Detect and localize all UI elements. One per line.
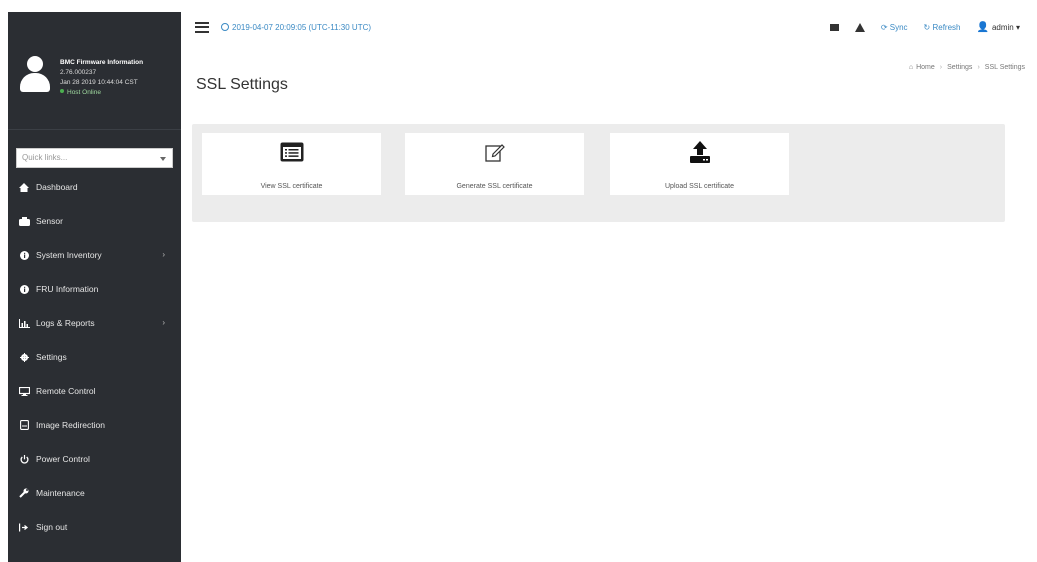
sidebar: BMC Firmware Information 2.76.000237 Jan… bbox=[8, 12, 181, 562]
sidebar-item-label: Maintenance bbox=[36, 488, 85, 498]
alert-button[interactable] bbox=[854, 22, 865, 32]
sidebar-item-power-control[interactable]: Power Control bbox=[8, 442, 181, 476]
sidebar-item-label: Power Control bbox=[36, 454, 90, 464]
sidebar-item-dashboard[interactable]: Dashboard bbox=[8, 170, 181, 204]
breadcrumb: ⌂ Home › Settings › SSL Settings bbox=[909, 64, 1025, 71]
disc-icon bbox=[17, 420, 31, 430]
info-icon bbox=[17, 284, 31, 294]
power-icon bbox=[17, 454, 31, 464]
chevron-down-icon bbox=[160, 157, 166, 161]
refresh-label: Refresh bbox=[932, 22, 961, 32]
sidebar-menu: Dashboard Sensor System Inventory › FRU … bbox=[8, 170, 181, 544]
host-status: Host Online bbox=[60, 88, 143, 98]
firmware-info: BMC Firmware Information 2.76.000237 Jan… bbox=[60, 58, 143, 98]
sidebar-item-maintenance[interactable]: Maintenance bbox=[8, 476, 181, 510]
sync-icon: ⟳ bbox=[880, 22, 888, 32]
sidebar-item-label: Image Redirection bbox=[36, 420, 105, 430]
refresh-icon: ↻ bbox=[923, 22, 931, 32]
sidebar-item-image-redirection[interactable]: Image Redirection bbox=[8, 408, 181, 442]
firmware-version: 2.76.000237 bbox=[60, 69, 97, 76]
user-icon: 👤 bbox=[976, 21, 989, 33]
sync-label: Sync bbox=[889, 22, 908, 32]
edit-icon bbox=[405, 141, 584, 163]
sensor-icon bbox=[17, 216, 31, 226]
sync-button[interactable]: ⟳ Sync bbox=[881, 23, 908, 32]
monitor-icon bbox=[17, 386, 31, 396]
gear-icon bbox=[17, 352, 31, 362]
host-status-label: Host Online bbox=[67, 89, 101, 96]
home-icon: ⌂ bbox=[908, 64, 914, 71]
chevron-right-icon: › bbox=[162, 250, 165, 259]
sidebar-item-label: Settings bbox=[36, 352, 67, 362]
quick-links-select[interactable]: Quick links... bbox=[16, 148, 173, 168]
breadcrumb-current: SSL Settings bbox=[984, 64, 1025, 71]
refresh-button[interactable]: ↻ Refresh bbox=[924, 23, 961, 32]
info-icon bbox=[17, 250, 31, 260]
sidebar-item-label: Dashboard bbox=[36, 182, 78, 192]
breadcrumb-separator-icon: › bbox=[939, 64, 943, 71]
sidebar-item-label: System Inventory bbox=[36, 250, 102, 260]
clock-icon bbox=[221, 23, 229, 31]
ssl-actions-panel: View SSL certificate Generate SSL certif… bbox=[192, 124, 1005, 222]
sidebar-item-sign-out[interactable]: Sign out bbox=[8, 510, 181, 544]
sidebar-item-label: Remote Control bbox=[36, 386, 96, 396]
sidebar-item-settings[interactable]: Settings bbox=[8, 340, 181, 374]
status-dot-icon bbox=[60, 89, 64, 93]
header-actions: ⟳ Sync ↻ Refresh 👤 admin ▾ bbox=[814, 12, 1020, 42]
page-title: SSL Settings bbox=[196, 76, 288, 93]
profile-panel: BMC Firmware Information 2.76.000237 Jan… bbox=[8, 12, 181, 130]
view-ssl-certificate-tile[interactable]: View SSL certificate bbox=[202, 133, 381, 195]
user-label: admin bbox=[991, 22, 1014, 32]
breadcrumb-settings-link[interactable]: Settings bbox=[947, 64, 972, 71]
chevron-down-icon: ▾ bbox=[1015, 22, 1020, 32]
generate-ssl-certificate-tile[interactable]: Generate SSL certificate bbox=[405, 133, 584, 195]
breadcrumb-home-link[interactable]: Home bbox=[916, 64, 935, 71]
sidebar-item-fru-information[interactable]: FRU Information bbox=[8, 272, 181, 306]
tile-label: Generate SSL certificate bbox=[456, 183, 533, 190]
sidebar-item-label: Sign out bbox=[36, 522, 68, 532]
upload-icon bbox=[610, 141, 789, 163]
upload-ssl-certificate-tile[interactable]: Upload SSL certificate bbox=[610, 133, 789, 195]
signout-icon bbox=[17, 522, 31, 532]
firmware-title: BMC Firmware Information bbox=[60, 59, 144, 66]
tile-label: Upload SSL certificate bbox=[665, 183, 734, 190]
sidebar-item-system-inventory[interactable]: System Inventory › bbox=[8, 238, 181, 272]
certificate-list-icon bbox=[202, 141, 381, 163]
top-header: 2019-04-07 20:09:05 (UTC-11:30 UTC) ⟳ Sy… bbox=[181, 12, 1030, 42]
sidebar-item-label: Logs & Reports bbox=[36, 318, 95, 328]
mail-icon bbox=[829, 23, 839, 31]
mail-button[interactable] bbox=[829, 23, 839, 31]
sidebar-item-sensor[interactable]: Sensor bbox=[8, 204, 181, 238]
quick-links-placeholder: Quick links... bbox=[22, 153, 68, 162]
wrench-icon bbox=[17, 488, 31, 498]
avatar-icon bbox=[20, 56, 50, 92]
user-menu-button[interactable]: 👤 admin ▾ bbox=[977, 22, 1021, 33]
chart-icon bbox=[17, 318, 31, 328]
chevron-right-icon: › bbox=[162, 318, 165, 327]
tile-label: View SSL certificate bbox=[260, 183, 323, 190]
current-datetime: 2019-04-07 20:09:05 (UTC-11:30 UTC) bbox=[221, 23, 371, 32]
sidebar-item-label: FRU Information bbox=[36, 284, 99, 294]
breadcrumb-separator-icon: › bbox=[977, 64, 980, 71]
menu-toggle-icon[interactable] bbox=[195, 21, 209, 33]
warning-icon bbox=[854, 22, 865, 32]
sidebar-item-label: Sensor bbox=[36, 216, 63, 226]
sidebar-item-logs-reports[interactable]: Logs & Reports › bbox=[8, 306, 181, 340]
firmware-build-date: Jan 28 2019 10:44:04 CST bbox=[60, 79, 138, 86]
sidebar-item-remote-control[interactable]: Remote Control bbox=[8, 374, 181, 408]
datetime-label: 2019-04-07 20:09:05 (UTC-11:30 UTC) bbox=[232, 22, 372, 32]
dashboard-icon bbox=[17, 182, 31, 192]
